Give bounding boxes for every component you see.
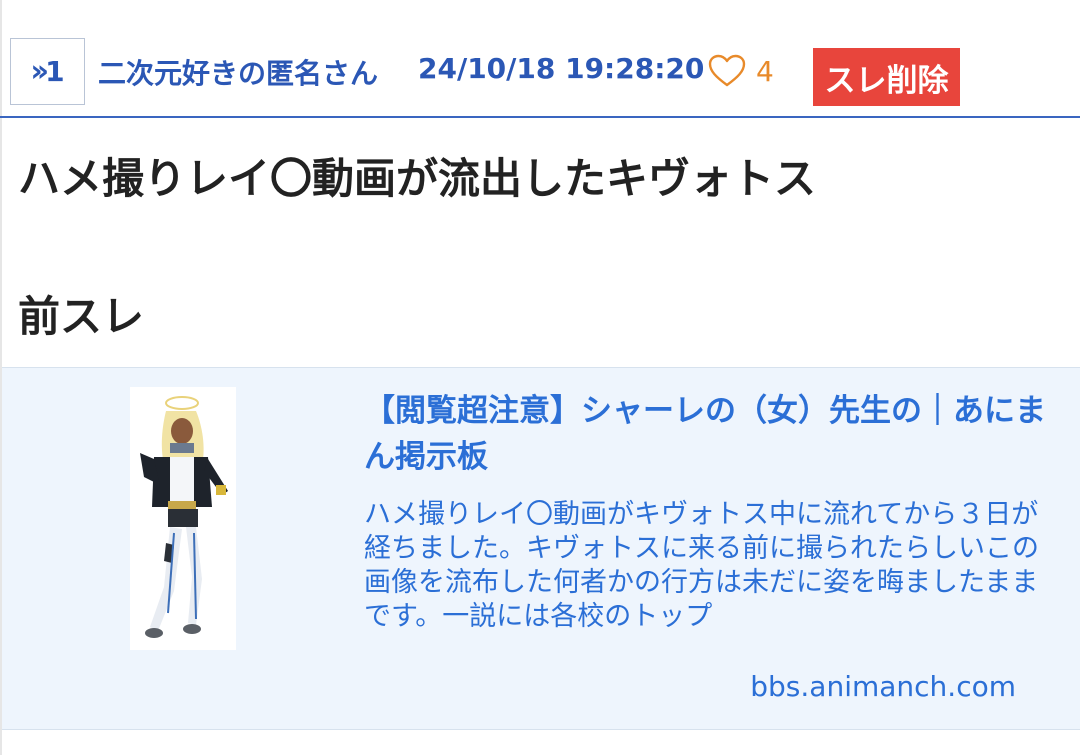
link-card-domain: bbs.animanch.com: [750, 670, 1016, 703]
post-timestamp: 24/10/18 19:28:20: [418, 52, 705, 85]
post-header: ›› 1 二次元好きの匿名さん 24/10/18 19:28:20 4 スレ削除: [0, 0, 1080, 118]
like-count: 4: [756, 54, 774, 88]
author-name[interactable]: 二次元好きの匿名さん: [98, 52, 378, 92]
double-chevron-icon: ››: [30, 54, 49, 89]
heart-icon: [708, 54, 746, 88]
character-thumbnail: [130, 387, 236, 650]
link-preview-card[interactable]: 【閲覧超注意】シャーレの（女）先生の｜あにまん掲示板 ハメ撮りレイ〇動画がキヴォ…: [2, 367, 1080, 730]
character-illustration-icon: [140, 396, 228, 638]
post-title: ハメ撮りレイ〇動画が流出したキヴォトス: [18, 154, 817, 203]
link-card-title[interactable]: 【閲覧超注意】シャーレの（女）先生の｜あにまん掲示板: [364, 388, 1054, 480]
reply-number: 1: [45, 55, 65, 88]
like-button[interactable]: 4: [708, 54, 774, 88]
prev-thread-label: 前スレ: [18, 292, 145, 341]
delete-thread-button[interactable]: スレ削除: [813, 48, 960, 106]
link-card-description: ハメ撮りレイ〇動画がキヴォトス中に流れてから３日が経ちました。キヴォトスに来る前…: [364, 499, 1039, 632]
next-post-edge: [2, 730, 1080, 755]
reply-anchor-button[interactable]: ›› 1: [10, 38, 85, 105]
